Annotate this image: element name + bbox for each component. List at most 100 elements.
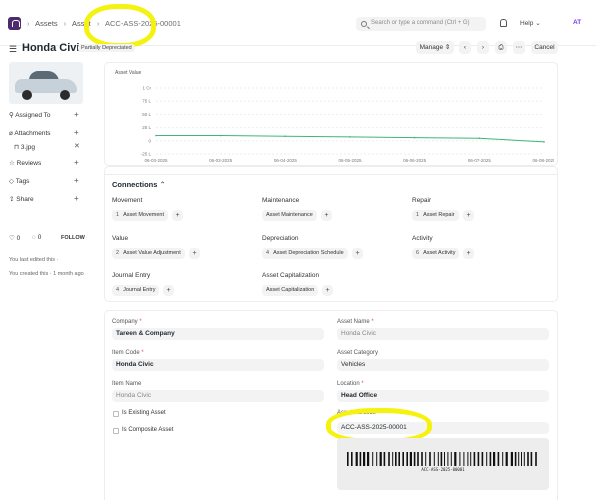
add-connection-button[interactable]: + xyxy=(352,248,363,259)
data-point[interactable] xyxy=(478,137,481,140)
barcode-bar xyxy=(355,452,358,466)
attachment-file[interactable]: ⊓ 3.jpg xyxy=(14,143,35,151)
item-code-field[interactable]: Honda Civic xyxy=(112,359,324,371)
barcode-bar xyxy=(489,452,492,466)
help-menu[interactable]: Help ⌄ xyxy=(520,19,541,27)
barcode-text: ACC-ASS-2025-00001 xyxy=(421,467,465,472)
add-tag-icon[interactable]: + xyxy=(74,176,79,185)
share[interactable]: ⇪ Share xyxy=(9,195,34,203)
data-point[interactable] xyxy=(284,135,287,138)
next-button[interactable]: › xyxy=(477,41,489,54)
add-connection-button[interactable]: + xyxy=(322,285,333,296)
manage-button[interactable]: Manage ⇕ xyxy=(416,41,454,54)
x-tick-label: 06-03-2025 xyxy=(209,158,233,163)
barcode-bar xyxy=(417,452,419,466)
likes-value: 0 xyxy=(16,235,21,242)
app-logo[interactable] xyxy=(8,17,21,30)
connection-label: Asset Activity xyxy=(423,250,456,256)
add-connection-button[interactable]: + xyxy=(463,210,474,221)
chevron-right-icon: › xyxy=(27,19,30,28)
y-tick-label: 0 xyxy=(148,138,151,143)
assigned-to[interactable]: ⚲ Assigned To xyxy=(9,111,51,119)
add-assignee-icon[interactable]: + xyxy=(74,110,79,119)
barcode-bar xyxy=(518,452,520,466)
x-tick-label: 06-08-2025 xyxy=(532,158,554,163)
is-composite-asset-checkbox[interactable] xyxy=(113,428,119,434)
barcode-bar xyxy=(392,452,394,466)
search-input[interactable]: Search or type a command (Ctrl + G) xyxy=(356,17,486,31)
page-title: Honda Civic xyxy=(22,42,86,54)
data-point[interactable] xyxy=(349,136,351,138)
manage-label: Manage xyxy=(419,44,444,51)
barcode-bar xyxy=(510,452,513,466)
x-tick-label: 06-04-2025 xyxy=(274,158,298,163)
connection-count: 4 xyxy=(266,250,270,256)
barcode-bar xyxy=(359,452,362,466)
add-attachment-icon[interactable]: + xyxy=(74,128,79,137)
add-connection-button[interactable]: + xyxy=(189,248,200,259)
avatar[interactable]: AT xyxy=(573,19,581,26)
breadcrumb-assets[interactable]: Assets xyxy=(35,19,58,28)
connection-link[interactable]: Asset Capitalization xyxy=(262,285,319,296)
data-point[interactable] xyxy=(543,141,545,143)
location-field[interactable]: Head Office xyxy=(337,390,549,402)
connection-count: 1 xyxy=(116,212,120,218)
search-icon xyxy=(361,20,367,27)
prev-button[interactable]: ‹ xyxy=(459,41,471,54)
add-share-icon[interactable]: + xyxy=(74,194,79,203)
remove-attachment-icon[interactable]: ✕ xyxy=(74,142,80,150)
barcode-bar xyxy=(459,452,461,466)
assigned-to-label: Assigned To xyxy=(15,112,51,119)
barcode-bar xyxy=(497,452,500,466)
barcode-bar xyxy=(505,452,508,466)
asset-value-chart: 1 Cr75 L50 L25 L0-25 L06-03-2025 06-03-20… xyxy=(141,86,554,164)
barcode-bar xyxy=(447,452,449,466)
connection-group-label: Movement xyxy=(112,197,143,204)
menu-icon[interactable]: ☰ xyxy=(9,44,17,55)
bell-icon[interactable] xyxy=(500,19,507,27)
asset-name-field[interactable]: Honda Civic xyxy=(337,328,549,340)
like-count[interactable]: ♡ 0 xyxy=(9,234,20,242)
barcode-bar xyxy=(535,452,537,466)
connection-link[interactable]: 1 Asset Repair xyxy=(412,210,459,221)
follow-button[interactable]: FOLLOW xyxy=(61,235,85,241)
asset-image[interactable] xyxy=(9,62,83,104)
add-connection-button[interactable]: + xyxy=(163,285,174,296)
print-button[interactable]: ⎙ xyxy=(495,41,507,54)
connection-link[interactable]: 6 Asset Activity xyxy=(412,248,460,259)
location-label: Location * xyxy=(337,381,364,387)
connections-heading[interactable]: Connections ⌃ xyxy=(112,180,166,189)
is-existing-asset-checkbox[interactable] xyxy=(113,411,119,417)
data-point[interactable] xyxy=(219,134,222,137)
asset-category-field[interactable]: Vehicles xyxy=(337,359,549,371)
attachments[interactable]: ⌀ Attachments xyxy=(9,129,51,137)
barcode-bar xyxy=(379,452,382,466)
asset-category-label: Asset Category xyxy=(337,350,379,356)
cancel-button[interactable]: Cancel xyxy=(531,41,558,54)
add-connection-button[interactable]: + xyxy=(321,210,332,221)
add-review-icon[interactable]: + xyxy=(74,158,79,167)
tag-icon: ◇ xyxy=(9,178,14,185)
comment-count[interactable]: ◌ 0 xyxy=(32,234,41,241)
add-connection-button[interactable]: + xyxy=(172,210,183,221)
company-field[interactable]: Tareen & Company xyxy=(112,328,324,340)
connection-link[interactable]: Asset Maintenance xyxy=(262,210,317,221)
connection-link[interactable]: 1 Asset Movement xyxy=(112,210,169,221)
barcode-bar xyxy=(523,452,525,466)
tags[interactable]: ◇ Tags xyxy=(9,177,29,185)
data-point[interactable] xyxy=(155,134,157,137)
asset-name-label: Asset Name * xyxy=(337,319,374,325)
barcode-bar xyxy=(433,452,435,466)
connection-group-label: Activity xyxy=(412,235,433,242)
heart-icon: ♡ xyxy=(9,235,15,242)
connection-link[interactable]: 4 Asset Depreciation Schedule xyxy=(262,248,348,259)
add-connection-button[interactable]: + xyxy=(463,248,474,259)
barcode-bar xyxy=(486,452,488,466)
connection-link[interactable]: 2 Asset Value Adjustment xyxy=(112,248,185,259)
reviews[interactable]: ☆ Reviews xyxy=(9,159,41,167)
data-point[interactable] xyxy=(413,136,416,139)
connection-link[interactable]: 4 Journal Entry xyxy=(112,285,160,296)
more-button[interactable]: ⋯ xyxy=(513,41,525,54)
tags-label: Tags xyxy=(15,178,30,185)
attachments-label: Attachments xyxy=(14,130,51,137)
